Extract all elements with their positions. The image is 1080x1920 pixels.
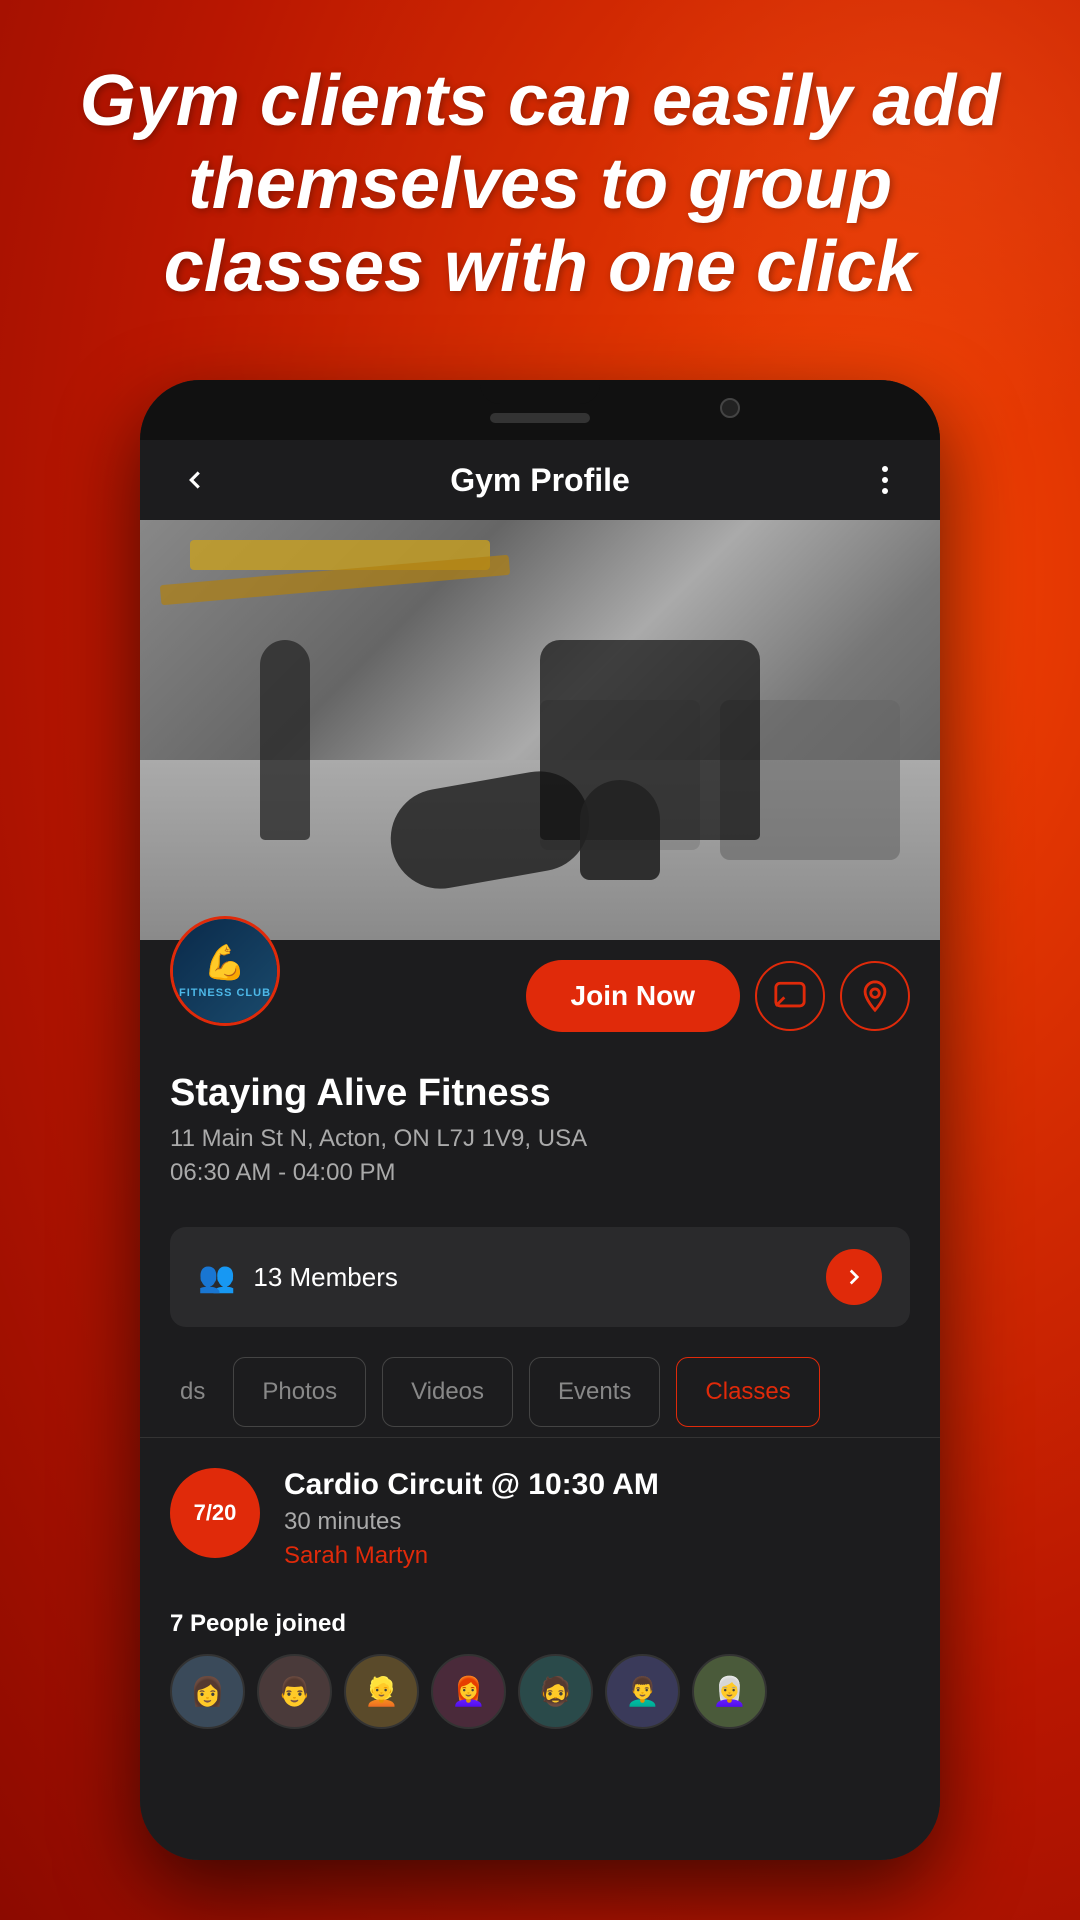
profile-section: 💪 FITNESS CLUB Join Now — [140, 940, 940, 1072]
people-joined-label: 7 People joined — [140, 1590, 940, 1654]
phone-camera — [720, 398, 740, 418]
avatar-label: FITNESS CLUB — [179, 987, 271, 999]
avatar-1: 👩 — [170, 1654, 245, 1729]
tab-partial[interactable]: ds — [160, 1358, 225, 1426]
gym-image-content — [140, 520, 940, 940]
join-now-button[interactable]: Join Now — [526, 960, 740, 1032]
members-row[interactable]: 👥 13 Members — [170, 1227, 910, 1327]
location-button[interactable] — [840, 961, 910, 1031]
gym-cover-image — [140, 520, 940, 940]
phone-speaker — [490, 413, 590, 423]
message-button[interactable] — [755, 961, 825, 1031]
location-icon — [858, 979, 892, 1013]
phone-mockup: Gym Profile — [140, 380, 940, 1860]
gym-info-section: Staying Alive Fitness 11 Main St N, Acto… — [140, 1072, 940, 1207]
message-icon — [773, 979, 807, 1013]
members-count: 13 Members — [253, 1262, 398, 1293]
avatar-4: 👩‍🦰 — [431, 1654, 506, 1729]
headline-text: Gym clients can easily add themselves to… — [60, 60, 1020, 308]
headline-section: Gym clients can easily add themselves to… — [0, 60, 1080, 308]
tab-photos[interactable]: Photos — [233, 1357, 366, 1427]
class-badge-text: 7/20 — [194, 1501, 237, 1525]
class-header: 7/20 Cardio Circuit @ 10:30 AM 30 minute… — [170, 1468, 910, 1570]
people-count: 7 People joined — [170, 1610, 346, 1637]
dot2 — [882, 477, 888, 483]
tab-videos[interactable]: Videos — [382, 1357, 513, 1427]
app-bar: Gym Profile — [140, 440, 940, 520]
app-bar-title: Gym Profile — [450, 462, 630, 499]
person-silhouette-1 — [260, 640, 310, 840]
members-icon: 👥 — [198, 1260, 235, 1295]
tabs-bar: ds Photos Videos Events Classes — [140, 1347, 940, 1438]
gym-avatar: 💪 FITNESS CLUB — [170, 916, 280, 1026]
avatar-3: 👱 — [344, 1654, 419, 1729]
avatar-inner: 💪 FITNESS CLUB — [173, 919, 277, 1023]
class-title: Cardio Circuit @ 10:30 AM — [284, 1468, 910, 1502]
avatar-7: 👩‍🦳 — [692, 1654, 767, 1729]
phone-notch — [140, 380, 940, 440]
dot3 — [882, 488, 888, 494]
class-capacity-badge: 7/20 — [170, 1468, 260, 1558]
class-duration: 30 minutes — [284, 1508, 910, 1536]
gym-address: 11 Main St N, Acton, ON L7J 1V9, USA — [170, 1125, 910, 1153]
avatar-2: 👨 — [257, 1654, 332, 1729]
back-icon — [180, 465, 210, 495]
gym-name: Staying Alive Fitness — [170, 1072, 910, 1115]
phone-screen: Gym Profile — [140, 440, 940, 1860]
joined-avatars-row: 👩 👨 👱 👩‍🦰 🧔 👨‍🦱 👩‍🦳 — [140, 1654, 940, 1759]
class-card: 7/20 Cardio Circuit @ 10:30 AM 30 minute… — [140, 1438, 940, 1590]
members-left: 👥 13 Members — [198, 1260, 398, 1295]
back-button[interactable] — [170, 455, 220, 505]
kettlebell — [580, 780, 660, 880]
dot1 — [882, 466, 888, 472]
avatar-6: 👨‍🦱 — [605, 1654, 680, 1729]
arrow-right-icon — [841, 1264, 867, 1290]
tab-classes[interactable]: Classes — [676, 1357, 819, 1427]
profile-actions: Join Now — [300, 960, 910, 1032]
more-options-button[interactable] — [860, 455, 910, 505]
members-arrow-button[interactable] — [826, 1249, 882, 1305]
avatar-5: 🧔 — [518, 1654, 593, 1729]
tab-events[interactable]: Events — [529, 1357, 660, 1427]
gym-hours: 06:30 AM - 04:00 PM — [170, 1159, 910, 1187]
profile-row: 💪 FITNESS CLUB Join Now — [170, 940, 910, 1052]
class-info: Cardio Circuit @ 10:30 AM 30 minutes Sar… — [284, 1468, 910, 1570]
class-trainer: Sarah Martyn — [284, 1542, 910, 1570]
